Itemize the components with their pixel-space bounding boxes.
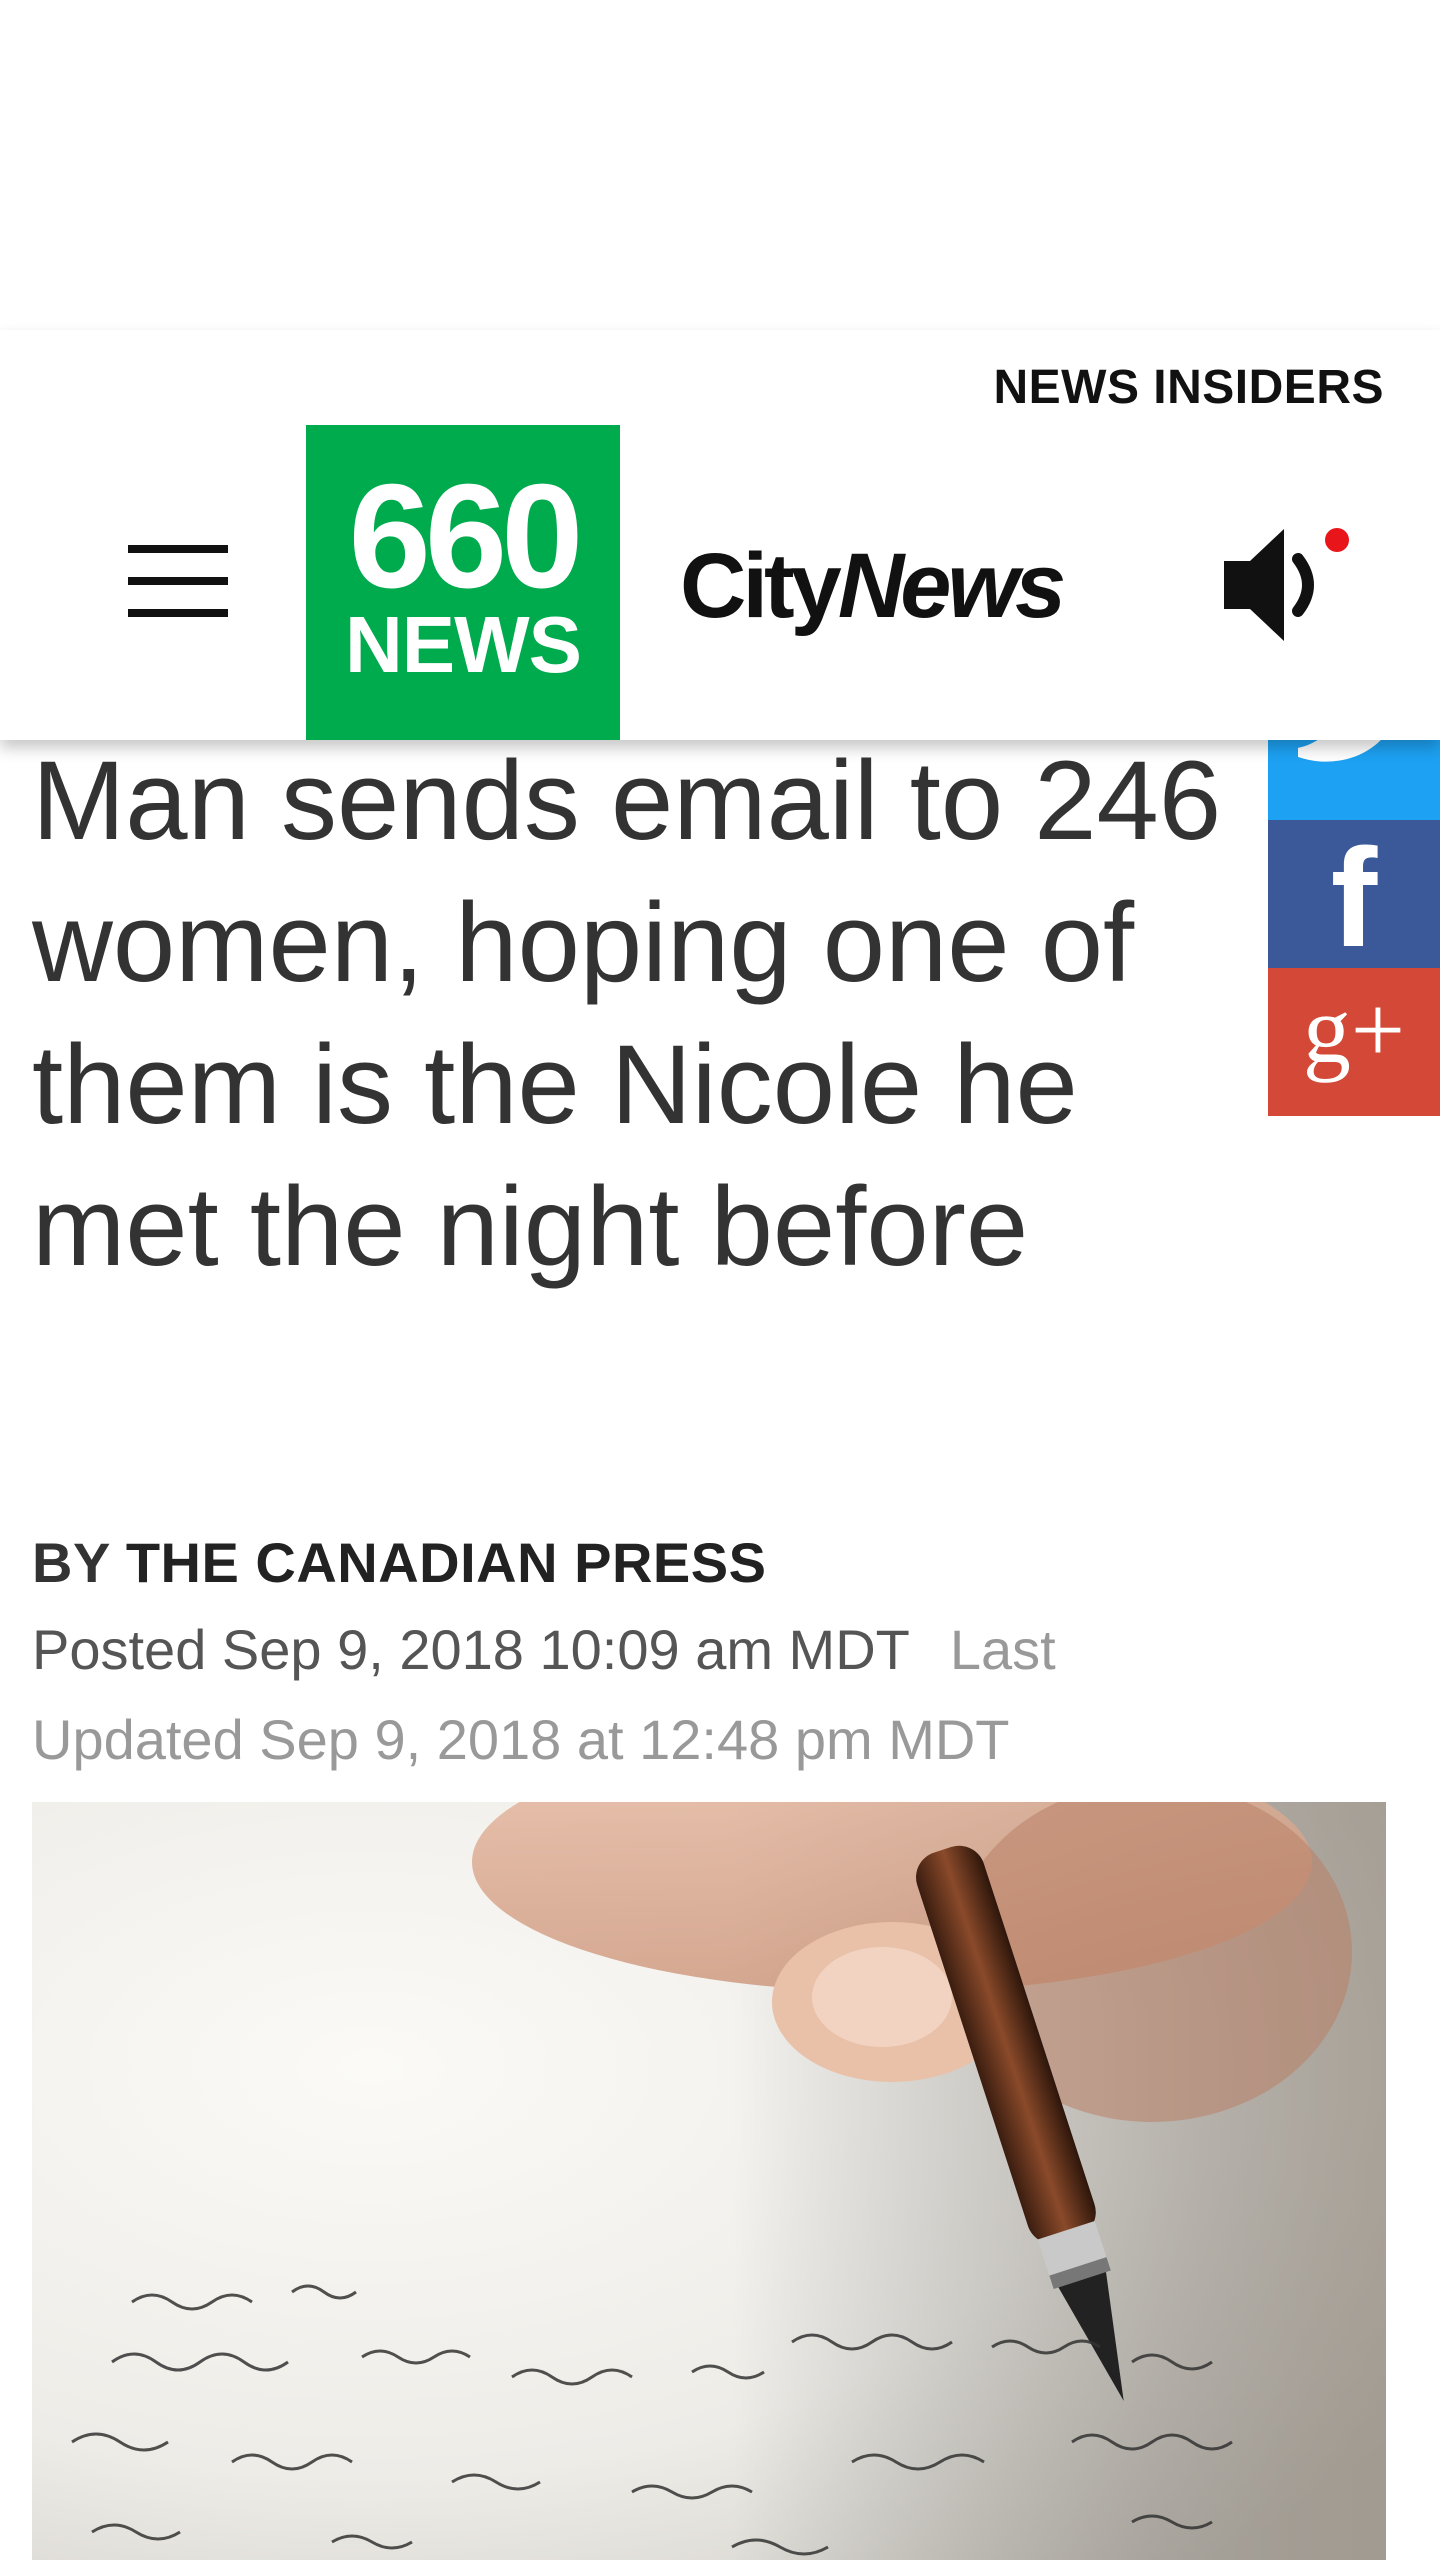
menu-icon[interactable] bbox=[128, 545, 228, 617]
article-headline: Man sends email to 246 women, hoping one… bbox=[32, 738, 1222, 1289]
article-byline: BY THE CANADIAN PRESS bbox=[32, 1530, 766, 1595]
logo-citynews-news: News bbox=[837, 535, 1066, 637]
facebook-icon: f bbox=[1330, 819, 1378, 976]
facebook-share-button[interactable]: f bbox=[1268, 820, 1440, 968]
news-insiders-link[interactable]: NEWS INSIDERS bbox=[993, 360, 1384, 415]
top-ad-space bbox=[0, 0, 1440, 330]
google-plus-share-button[interactable]: g+ bbox=[1268, 968, 1440, 1116]
logo-660-number: 660 bbox=[348, 454, 584, 619]
logo-660-word: NEWS bbox=[345, 600, 582, 689]
byline-author[interactable]: THE CANADIAN PRESS bbox=[126, 1531, 767, 1594]
menu-bar bbox=[128, 545, 228, 553]
article-dates: Posted Sep 9, 2018 10:09 am MDT Last Upda… bbox=[32, 1605, 1212, 1785]
site-header: NEWS INSIDERS 660 NEWS CityNews bbox=[0, 330, 1440, 740]
posted-date: Posted Sep 9, 2018 10:09 am MDT bbox=[32, 1618, 910, 1681]
menu-bar bbox=[128, 609, 228, 617]
speaker-icon[interactable] bbox=[1220, 525, 1340, 645]
logo-660-news[interactable]: 660 NEWS bbox=[306, 425, 620, 740]
byline-prefix: BY bbox=[32, 1531, 110, 1594]
logo-citynews[interactable]: CityNews bbox=[680, 540, 1066, 632]
google-plus-icon: g+ bbox=[1302, 976, 1406, 1083]
article-hero-image bbox=[32, 1802, 1386, 2560]
logo-citynews-city: City bbox=[680, 535, 842, 637]
menu-bar bbox=[128, 577, 228, 585]
audio-live-dot bbox=[1325, 528, 1349, 552]
